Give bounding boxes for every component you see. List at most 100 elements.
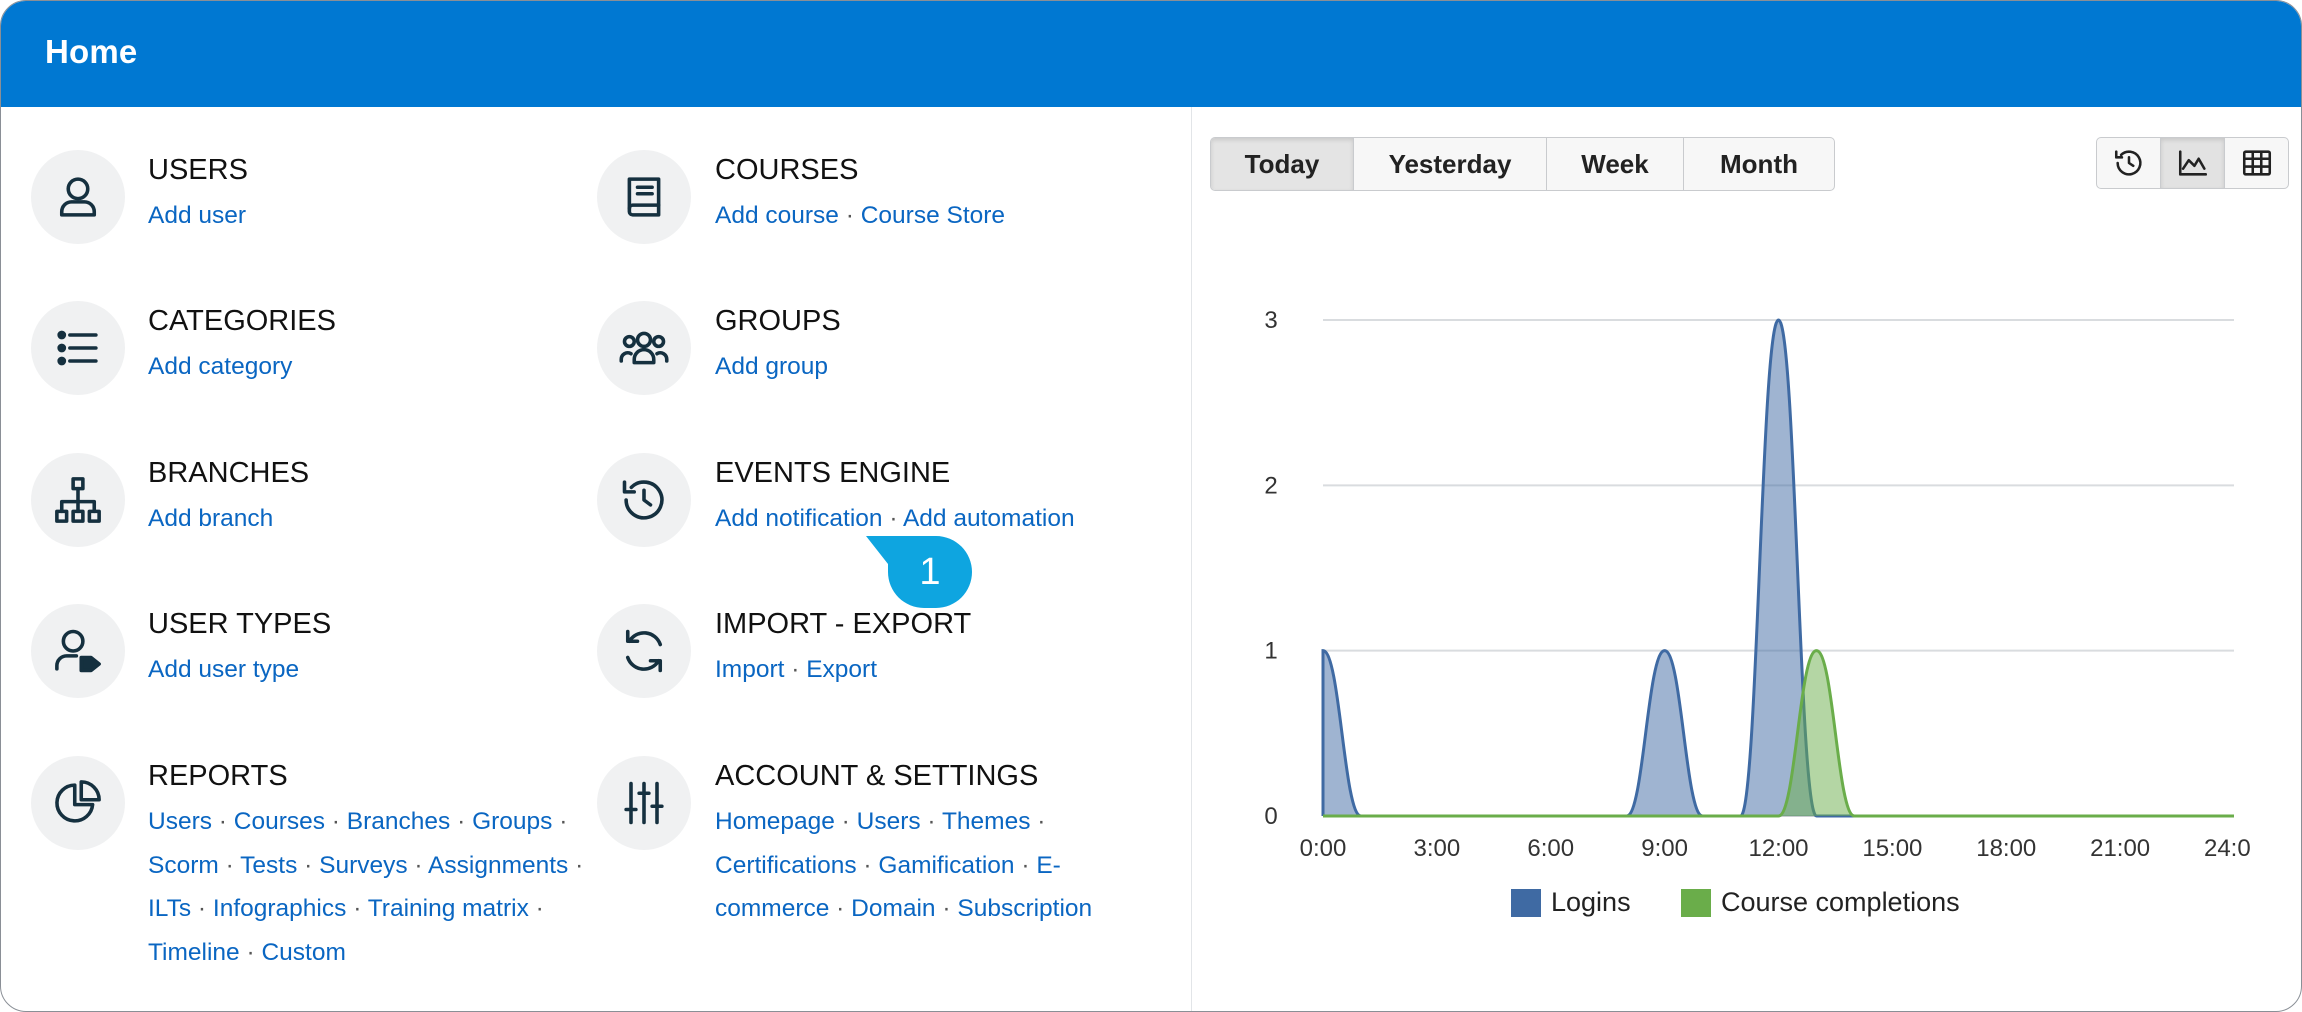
group-icon-circle[interactable] <box>597 301 691 395</box>
link-import-export[interactable]: Import <box>715 656 784 683</box>
tab-today[interactable]: Today <box>1211 138 1354 190</box>
legend-label: Logins <box>1551 887 1631 917</box>
table-view-button[interactable] <box>2225 138 2288 188</box>
link-line: Scorm · Tests · Surveys · Assignments · <box>148 844 583 888</box>
link-account-settings[interactable]: Themes <box>942 808 1031 835</box>
link-reports[interactable]: Scorm <box>148 852 219 879</box>
legend-swatch <box>1511 889 1541 917</box>
section-title-categories[interactable]: CATEGORIES <box>148 305 336 338</box>
separator-dot: · <box>1014 851 1037 879</box>
tab-month[interactable]: Month <box>1684 138 1834 190</box>
section-title-groups[interactable]: GROUPS <box>715 305 841 338</box>
sync-icon-circle[interactable] <box>597 604 691 698</box>
link-branches[interactable]: Add branch <box>148 505 273 532</box>
section-links-user-types: Add user type <box>148 648 299 692</box>
section-links-branches: Add branch <box>148 497 273 541</box>
link-reports[interactable]: Timeline <box>148 939 240 966</box>
list-icon-circle[interactable] <box>31 301 125 395</box>
link-account-settings[interactable]: E- <box>1036 852 1061 879</box>
separator-dot: · <box>834 808 857 835</box>
link-reports[interactable]: Assignments <box>428 852 568 879</box>
link-reports[interactable]: Infographics <box>213 895 346 922</box>
section-links-courses: Add course · Course Store <box>715 194 1005 238</box>
section-title-events-engine[interactable]: EVENTS ENGINE <box>715 457 950 490</box>
x-tick-label: 9:00 <box>1641 835 1688 862</box>
org-chart-icon-circle[interactable] <box>31 453 125 547</box>
separator-dot: · <box>1030 808 1046 835</box>
history-icon <box>622 480 664 520</box>
x-tick-label: 15:00 <box>1862 835 1922 862</box>
header-bar: Home <box>1 1 2301 107</box>
tab-week[interactable]: Week <box>1547 138 1684 190</box>
book-icon <box>627 177 661 217</box>
link-account-settings[interactable]: Certifications <box>715 852 857 879</box>
link-reports[interactable]: Surveys <box>319 852 408 879</box>
separator-dot: · <box>838 202 861 229</box>
separator-dot: · <box>239 938 262 966</box>
link-courses[interactable]: Course Store <box>861 202 1005 229</box>
section-title-import-export[interactable]: IMPORT - EXPORT <box>715 608 971 641</box>
link-line: Add user type <box>148 648 299 692</box>
link-account-settings[interactable]: Subscription <box>957 895 1092 922</box>
separator-dot: · <box>191 895 213 922</box>
link-reports[interactable]: Tests <box>240 852 297 879</box>
section-title-account-settings[interactable]: ACCOUNT & SETTINGS <box>715 760 1038 793</box>
link-account-settings[interactable]: Domain <box>851 895 935 922</box>
link-account-settings[interactable]: Gamification <box>878 852 1014 879</box>
section-title-courses[interactable]: COURSES <box>715 154 858 187</box>
link-events-engine[interactable]: Add automation <box>903 505 1075 532</box>
section-links-import-export: Import · Export <box>715 648 877 692</box>
separator-dot: · <box>829 895 852 922</box>
period-tabs: Today Yesterday Week Month <box>1210 137 1835 191</box>
history-icon-circle[interactable] <box>597 453 691 547</box>
section-title-users[interactable]: USERS <box>148 154 248 187</box>
link-account-settings[interactable]: Homepage <box>715 808 835 835</box>
link-line: Homepage · Users · Themes · <box>715 800 1092 844</box>
link-account-settings[interactable]: Users <box>857 808 921 835</box>
x-tick-label: 0:00 <box>1300 835 1347 862</box>
link-reports[interactable]: Training matrix <box>368 895 529 922</box>
chart-view-button[interactable] <box>2161 138 2225 188</box>
section-title-reports[interactable]: REPORTS <box>148 760 288 793</box>
group-icon <box>619 331 669 365</box>
link-reports[interactable]: Groups <box>472 808 552 835</box>
link-user-types[interactable]: Add user type <box>148 656 299 683</box>
activity-chart: 0 1 2 3 0:00 3:00 6:00 9:00 12:00 15:00 18:00 21:00… <box>1264 307 2251 917</box>
pie-chart-icon-circle[interactable] <box>31 756 125 850</box>
tab-yesterday[interactable]: Yesterday <box>1354 138 1547 190</box>
separator-dot: · <box>218 851 241 879</box>
sliders-icon-circle[interactable] <box>597 756 691 850</box>
separator-dot: · <box>528 895 544 922</box>
section-title-user-types[interactable]: USER TYPES <box>148 608 331 641</box>
separator-dot: · <box>856 851 879 879</box>
org-chart-icon <box>55 477 101 523</box>
link-events-engine[interactable]: Add notification <box>715 505 883 532</box>
link-line: commerce · Domain · Subscription <box>715 887 1092 931</box>
link-import-export[interactable]: Export <box>806 656 877 683</box>
table-icon <box>2242 150 2271 176</box>
section-links-account-settings: Homepage · Users · Themes · Certificatio… <box>715 800 1092 931</box>
x-tick-label: 21:00 <box>2090 835 2150 862</box>
user-icon-circle[interactable] <box>31 150 125 244</box>
link-categories[interactable]: Add category <box>148 353 292 380</box>
link-users[interactable]: Add user <box>148 202 246 229</box>
link-reports[interactable]: Branches <box>347 808 451 835</box>
link-reports[interactable]: Users <box>148 808 212 835</box>
section-title-branches[interactable]: BRANCHES <box>148 457 309 490</box>
link-line: Timeline · Custom <box>148 931 583 975</box>
separator-dot: · <box>450 808 473 835</box>
history-view-button[interactable] <box>2097 138 2161 188</box>
book-icon-circle[interactable] <box>597 150 691 244</box>
link-line: Import · Export <box>715 648 877 692</box>
link-reports[interactable]: Courses <box>234 808 325 835</box>
user-tag-icon-circle[interactable] <box>31 604 125 698</box>
link-account-settings[interactable]: commerce <box>715 895 829 922</box>
link-courses[interactable]: Add course <box>715 202 839 229</box>
section-links-groups: Add group <box>715 345 828 389</box>
x-tick-label: 18:00 <box>1976 835 2036 862</box>
link-reports[interactable]: ILTs <box>148 895 191 922</box>
link-reports[interactable]: Custom <box>261 939 345 966</box>
separator-dot: · <box>297 851 320 879</box>
link-groups[interactable]: Add group <box>715 353 828 380</box>
section-links-categories: Add category <box>148 345 292 389</box>
